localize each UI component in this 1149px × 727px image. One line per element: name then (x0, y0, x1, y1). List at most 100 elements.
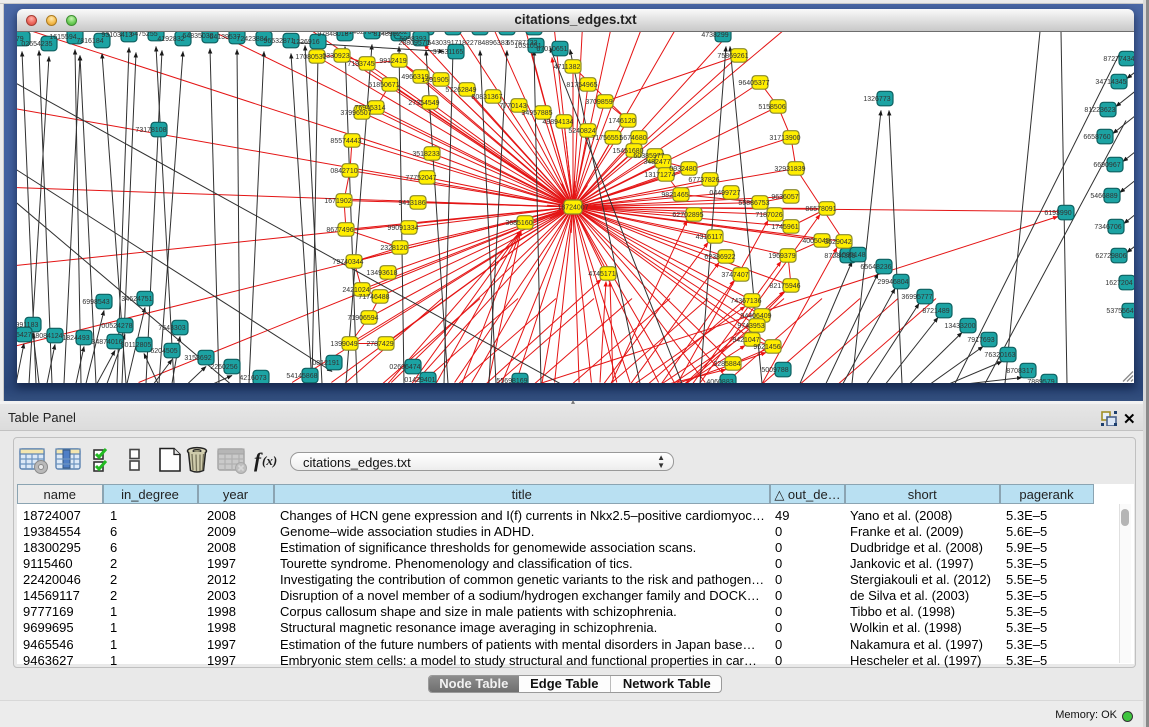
svg-text:94406409: 94406409 (740, 313, 771, 320)
svg-text:55698169: 55698169 (496, 378, 527, 383)
svg-text:02654235: 02654235 (21, 41, 52, 48)
svg-text:1969379: 1969379 (768, 253, 795, 260)
svg-text:6998543: 6998543 (82, 299, 109, 306)
svg-text:80112805: 80112805 (121, 342, 152, 349)
svg-text:81754965: 81754965 (566, 82, 597, 89)
svg-text:02606474: 02606474 (389, 364, 420, 371)
svg-text:34874016: 34874016 (91, 339, 122, 346)
svg-text:62702895: 62702895 (672, 212, 703, 219)
svg-text:82175946: 82175946 (769, 283, 800, 290)
svg-text:8721489: 8721489 (922, 308, 949, 315)
svg-text:7346706: 7346706 (1094, 224, 1121, 231)
svg-text:71746488: 71746488 (358, 294, 389, 301)
svg-text:4316117: 4316117 (696, 234, 723, 241)
svg-text:81223623: 81223623 (1084, 107, 1115, 114)
svg-text:61595148: 61595148 (834, 252, 865, 259)
svg-text:5158506: 5158506 (758, 104, 785, 111)
svg-text:4711382: 4711382 (554, 64, 581, 71)
svg-text:80831367: 80831367 (471, 94, 502, 101)
svg-text:0812191: 0812191 (312, 360, 339, 367)
svg-text:6475255: 6475255 (130, 32, 157, 38)
svg-text:1824493: 1824493 (62, 335, 89, 342)
svg-text:1627204: 1627204 (1105, 280, 1132, 287)
svg-text:25135427: 25135427 (17, 332, 32, 339)
svg-text:93103413: 93103413 (101, 32, 132, 39)
svg-text:9636057: 9636057 (771, 194, 798, 201)
svg-text:7917693: 7917693 (967, 337, 994, 344)
svg-text:5098393: 5098393 (399, 36, 426, 43)
svg-text:6658760: 6658760 (1083, 134, 1110, 141)
svg-text:7816184: 7816184 (76, 38, 103, 45)
svg-text:2787429: 2787429 (366, 341, 393, 348)
svg-text:3747407: 3747407 (721, 272, 748, 279)
svg-text:86578091: 86578091 (805, 206, 836, 213)
svg-text:1226916: 1226916 (292, 39, 319, 46)
svg-text:13493618: 13493618 (366, 270, 397, 277)
svg-text:73178108: 73178108 (135, 127, 166, 134)
svg-text:7543303: 7543303 (158, 325, 185, 332)
svg-text:53755646: 53755646 (1106, 308, 1134, 315)
svg-text:98084124: 98084124 (31, 333, 62, 340)
svg-text:49894134: 49894134 (542, 119, 573, 126)
svg-text:85574443: 85574443 (330, 138, 361, 145)
svg-text:34624751: 34624751 (121, 296, 152, 303)
svg-text:4738299: 4738299 (701, 32, 728, 39)
svg-text:6690967: 6690967 (1093, 162, 1120, 169)
svg-text:67737826: 67737826 (688, 177, 719, 184)
svg-text:34714345: 34714345 (1095, 79, 1126, 86)
svg-text:2421024: 2421024 (342, 287, 369, 294)
svg-text:4192832: 4192832 (157, 36, 184, 43)
svg-text:32931839: 32931839 (774, 166, 805, 173)
svg-text:36995777: 36995777 (901, 294, 932, 301)
svg-text:96532871: 96532871 (263, 38, 294, 45)
svg-text:5674680: 5674680 (619, 135, 646, 142)
svg-text:1671902: 1671902 (324, 198, 351, 205)
svg-text:5009788: 5009788 (761, 367, 788, 374)
svg-text:51850671: 51850671 (368, 82, 399, 89)
svg-text:31713900: 31713900 (769, 135, 800, 142)
svg-text:3529042: 3529042 (824, 239, 851, 246)
svg-text:29946804: 29946804 (877, 279, 908, 286)
svg-text:71906594: 71906594 (347, 315, 378, 322)
svg-text:2260256: 2260256 (210, 364, 237, 371)
svg-text:8677496: 8677496 (326, 227, 353, 234)
svg-text:1745961: 1745961 (771, 224, 798, 231)
svg-text:3482477: 3482477 (643, 159, 670, 166)
svg-text:3158692: 3158692 (184, 355, 211, 362)
svg-text:6193990: 6193990 (1044, 210, 1071, 217)
svg-text:4745171: 4745171 (588, 271, 615, 278)
svg-text:62729806: 62729806 (1095, 253, 1126, 260)
svg-text:65648236: 65648236 (860, 264, 891, 271)
svg-text:77752047: 77752047 (405, 175, 436, 182)
svg-text:3285884: 3285884 (713, 361, 740, 368)
svg-text:9912419: 9912419 (379, 58, 406, 65)
svg-text:1326773: 1326773 (863, 96, 890, 103)
svg-text:96405377: 96405377 (738, 80, 769, 87)
svg-text:3685160: 3685160 (505, 220, 532, 227)
svg-text:62386922: 62386922 (704, 254, 735, 261)
svg-text:1615594: 1615594 (49, 34, 76, 41)
svg-text:1491905: 1491905 (421, 77, 448, 84)
svg-text:7889579: 7889579 (1027, 379, 1054, 383)
svg-text:34957885: 34957885 (521, 110, 552, 117)
svg-text:4060883: 4060883 (706, 379, 733, 383)
svg-text:1746120: 1746120 (608, 118, 635, 125)
svg-text:5240824: 5240824 (568, 128, 595, 135)
svg-text:51462704: 51462704 (344, 32, 375, 36)
svg-text:0842710: 0842710 (330, 168, 357, 175)
svg-text:55886753: 55886753 (738, 200, 769, 207)
svg-text:79740344: 79740344 (332, 259, 363, 266)
svg-text:7770143: 7770143 (499, 103, 526, 110)
svg-text:00524278: 00524278 (101, 323, 132, 330)
svg-text:5466889: 5466889 (1090, 193, 1117, 200)
svg-text:4896383: 4896383 (481, 40, 508, 47)
svg-text:74367136: 74367136 (730, 298, 761, 305)
svg-text:01429401: 01429401 (404, 377, 435, 383)
svg-text:13171274: 13171274 (644, 172, 675, 179)
svg-text:0330923: 0330923 (322, 53, 349, 60)
svg-text:87277434: 87277434 (1103, 56, 1134, 63)
svg-text:99091334: 99091334 (387, 225, 418, 232)
svg-text:71756551: 71756551 (591, 135, 622, 142)
svg-text:54145868: 54145868 (286, 373, 317, 380)
svg-text:6204505: 6204505 (150, 348, 177, 355)
